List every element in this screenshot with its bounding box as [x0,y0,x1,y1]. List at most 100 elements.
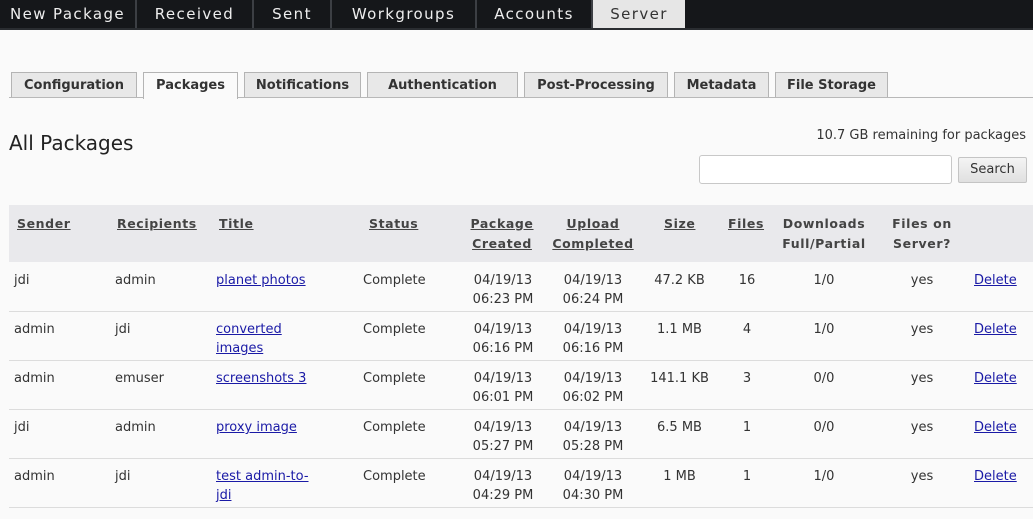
header-size[interactable]: Size [664,214,695,234]
header-upload-completed[interactable]: Upload Completed [552,214,634,254]
header-status[interactable]: Status [369,214,418,234]
tab-metadata[interactable]: Metadata [674,72,769,97]
header-downloads: Downloads Full/Partial [774,214,874,254]
cell-upload: 04/19/13 06:16 PM [557,320,629,358]
delete-link[interactable]: Delete [974,273,1017,288]
delete-link[interactable]: Delete [974,371,1017,386]
cell-action: Delete [974,369,1017,388]
header-files[interactable]: Files [728,214,764,234]
cell-files: 1 [742,469,752,484]
cell-title: planet photos [216,271,306,290]
delete-link[interactable]: Delete [974,469,1017,484]
created-date: 04/19/13 [473,322,533,337]
cell-created: 04/19/13 04:29 PM [467,467,539,505]
tab-file-storage[interactable]: File Storage [775,72,888,97]
header-title[interactable]: Title [219,214,254,234]
delete-link[interactable]: Delete [974,322,1017,337]
table-header: Sender Recipients Title Status Package C… [9,205,1033,262]
cell-title: test admin-to- jdi [216,467,309,505]
header-upload-completed-line2: Completed [552,236,634,251]
cell-downloads: 1/0 [813,273,835,288]
cell-upload: 04/19/13 06:24 PM [557,271,629,309]
tab-authentication[interactable]: Authentication [367,72,518,97]
nav-server[interactable]: Server [593,0,685,28]
nav-new-package[interactable]: New Package [0,0,137,28]
cell-title: proxy image [216,418,297,437]
header-downloads-line2: Full/Partial [782,236,866,251]
header-files-on-server-line1: Files on [892,216,952,231]
cell-files: 16 [738,273,756,288]
package-title-link[interactable]: screenshots 3 [216,371,306,386]
package-title-link-continued[interactable]: jdi [216,488,231,503]
created-date: 04/19/13 [473,273,533,288]
delete-link[interactable]: Delete [974,420,1017,435]
cell-created: 04/19/13 06:23 PM [467,271,539,309]
header-files-on-server: Files on Server? [879,214,965,254]
created-time: 04:29 PM [472,488,534,503]
search-button[interactable]: Search [958,157,1027,183]
package-title-link[interactable]: test admin-to- [216,469,309,484]
package-title-link[interactable]: converted [216,322,282,337]
cell-created: 04/19/13 06:16 PM [467,320,539,358]
cell-status: Complete [363,420,426,435]
table-row: admin emuser screenshots 3 Complete 04/1… [9,361,1033,410]
cell-files: 4 [742,322,752,337]
cell-sender: admin [14,469,55,484]
tab-packages[interactable]: Packages [143,72,238,99]
search-input[interactable] [699,155,952,184]
tab-configuration[interactable]: Configuration [11,72,137,97]
nav-accounts[interactable]: Accounts [477,0,593,28]
page-title: All Packages [9,131,134,155]
upload-time: 06:02 PM [562,390,624,405]
cell-recipients: jdi [115,322,131,337]
cell-sender: jdi [14,420,30,435]
cell-action: Delete [974,418,1017,437]
upload-date: 04/19/13 [563,420,623,435]
tab-post-processing[interactable]: Post-Processing [524,72,668,97]
cell-created: 04/19/13 06:01 PM [467,369,539,407]
nav-workgroups[interactable]: Workgroups [332,0,477,28]
cell-upload: 04/19/13 05:28 PM [557,418,629,456]
package-title-link[interactable]: proxy image [216,420,297,435]
cell-sender: jdi [14,273,30,288]
cell-recipients: jdi [115,469,131,484]
upload-date: 04/19/13 [563,469,623,484]
cell-status: Complete [363,371,426,386]
upload-date: 04/19/13 [563,371,623,386]
cell-sender: admin [14,322,55,337]
package-title-link[interactable]: planet photos [216,273,306,288]
cell-title: screenshots 3 [216,369,306,388]
tab-notifications[interactable]: Notifications [244,72,361,97]
cell-on-server: yes [910,322,934,337]
header-package-created[interactable]: Package Created [467,214,537,254]
cell-size: 47.2 KB [654,273,705,288]
cell-action: Delete [974,271,1017,290]
cell-action: Delete [974,467,1017,486]
cell-files: 3 [742,371,752,386]
cell-files: 1 [742,420,752,435]
table-row: admin jdi test admin-to- jdi Complete 04… [9,459,1033,508]
upload-time: 05:28 PM [562,439,624,454]
table-row: admin jdi converted images Complete 04/1… [9,312,1033,361]
header-sender[interactable]: Sender [17,214,71,234]
cell-size: 1 MB [663,469,696,484]
header-downloads-line1: Downloads [782,216,866,231]
package-title-link-continued[interactable]: images [216,341,263,356]
upload-time: 06:16 PM [562,341,624,356]
cell-on-server: yes [910,469,934,484]
cell-downloads: 1/0 [813,469,835,484]
cell-on-server: yes [910,420,934,435]
nav-sent[interactable]: Sent [254,0,332,28]
cell-status: Complete [363,469,426,484]
cell-recipients: admin [115,273,156,288]
cell-status: Complete [363,273,426,288]
storage-remaining: 10.7 GB remaining for packages [816,128,1026,143]
created-time: 06:16 PM [472,341,534,356]
cell-status: Complete [363,322,426,337]
cell-downloads: 1/0 [813,322,835,337]
header-recipients[interactable]: Recipients [117,214,197,234]
cell-upload: 04/19/13 06:02 PM [557,369,629,407]
nav-received[interactable]: Received [137,0,254,28]
header-package-created-line1: Package [470,216,534,231]
upload-time: 04:30 PM [562,488,624,503]
